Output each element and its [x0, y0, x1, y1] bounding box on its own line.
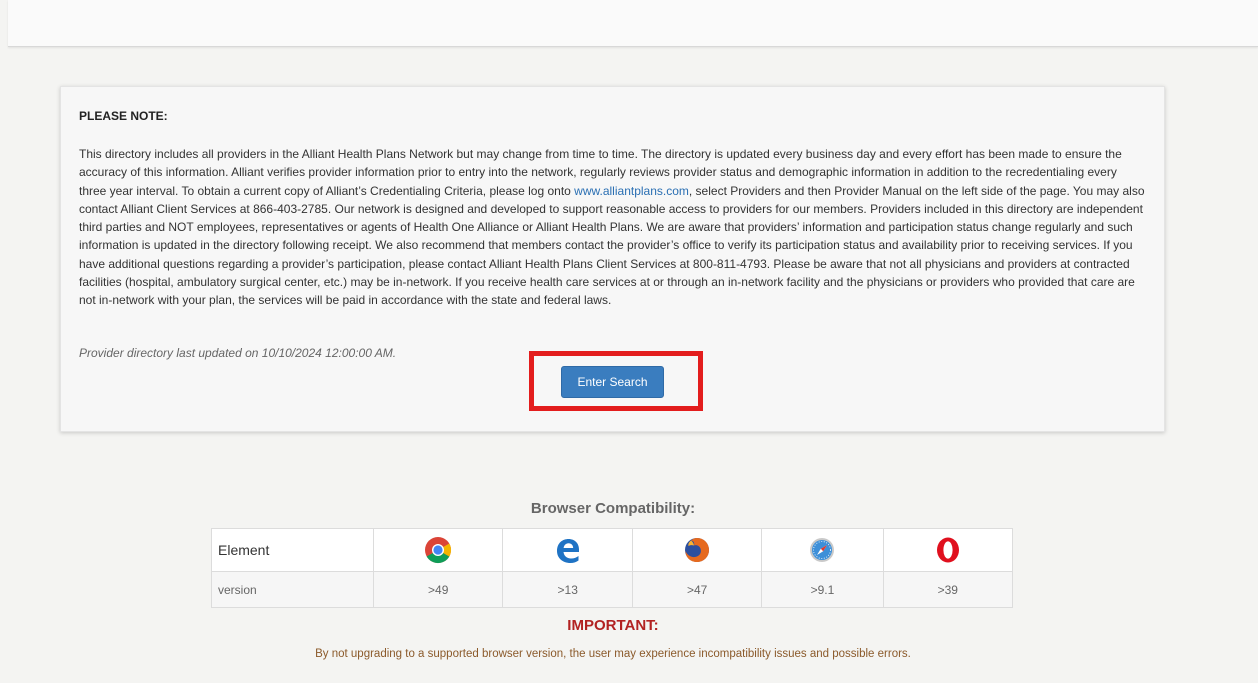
notice-body-part-2: , select Providers and then Provider Man…	[79, 183, 1145, 308]
edge-cell	[502, 528, 633, 572]
browser-compatibility-title: Browser Compatibility:	[530, 500, 696, 517]
browser-compatibility-table: Element version >49 >13 >47 >9.1 >39	[211, 528, 1014, 608]
edge-icon	[556, 539, 579, 563]
edge-version: >13	[502, 571, 633, 608]
opera-version: >39	[882, 571, 1014, 608]
safari-cell	[761, 528, 884, 572]
notice-panel: PLEASE NOTE: This directory includes all…	[60, 86, 1165, 432]
top-header-bar	[8, 0, 1258, 47]
last-updated-text: Provider directory last updated on 10/10…	[79, 346, 397, 360]
chrome-cell	[372, 528, 504, 572]
table-row: version >49 >13 >47 >9.1 >39	[211, 571, 1014, 608]
safari-version: >9.1	[761, 571, 884, 608]
firefox-cell	[631, 528, 763, 572]
upgrade-warning-text: By not upgrading to a supported browser …	[315, 648, 911, 660]
firefox-version: >47	[631, 571, 763, 608]
notice-body: This directory includes all providers in…	[79, 145, 1145, 310]
safari-icon	[810, 538, 835, 562]
notice-title: PLEASE NOTE:	[79, 109, 168, 123]
firefox-icon	[685, 538, 710, 562]
chrome-version: >49	[372, 571, 504, 608]
alliantplans-link[interactable]: www.alliantplans.com	[574, 184, 689, 198]
element-label-cell: Element	[211, 528, 374, 572]
version-label-cell: version	[211, 571, 374, 608]
opera-icon	[936, 537, 959, 563]
important-heading: IMPORTANT:	[567, 617, 659, 634]
enter-search-button[interactable]: Enter Search	[561, 366, 664, 398]
table-row: Element	[211, 528, 1014, 572]
chrome-icon	[425, 537, 452, 564]
opera-cell	[882, 528, 1014, 572]
